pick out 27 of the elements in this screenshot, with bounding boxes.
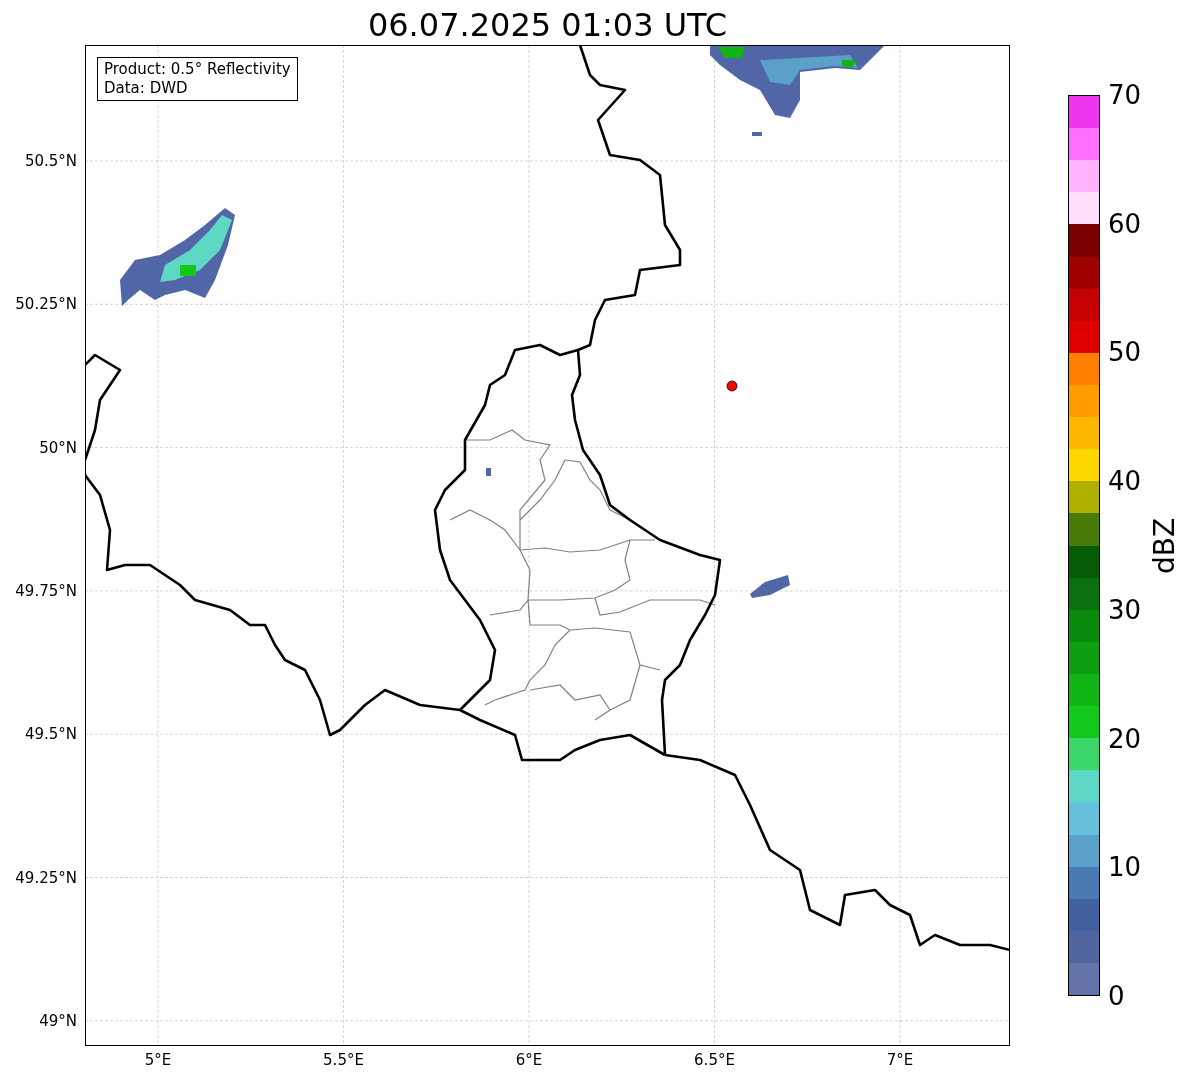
info-text: Product: 0.5° Reflectivity — [104, 60, 291, 79]
colorbar-tick-label: 20 — [1108, 723, 1142, 754]
longitude-label: 5°E — [144, 1051, 172, 1069]
longitude-label: 7°E — [886, 1051, 914, 1069]
longitude-label: 6.5°E — [694, 1051, 735, 1069]
longitude-label: 6°E — [515, 1051, 543, 1069]
colorbar-label: dBZ — [1147, 517, 1182, 574]
latitude-label: 49.25°N — [15, 868, 77, 887]
latitude-label: 50.25°N — [15, 295, 77, 314]
colorbar-tick-label: 0 — [1108, 981, 1125, 1011]
colorbar-tick-label: 40 — [1108, 466, 1142, 497]
latitude-label: 50°N — [39, 438, 77, 457]
latitude-label: 49.75°N — [15, 581, 77, 600]
radar-echo — [750, 575, 790, 598]
colorbar-tick-label: 50 — [1108, 337, 1142, 368]
radar-echo — [486, 468, 491, 476]
chart-title: 06.07.2025 01:03 UTC — [367, 5, 728, 45]
latitude-label: 49.5°N — [24, 725, 77, 744]
location-marker — [726, 380, 738, 392]
info-text: Data: DWD — [104, 79, 189, 98]
latitude-label: 50.5°N — [24, 152, 77, 170]
colorbar-tick-label: 70 — [1108, 80, 1142, 110]
colorbar-tick-label: 60 — [1108, 208, 1142, 239]
colorbar-tick-label: 10 — [1108, 852, 1142, 883]
latitude-label: 49°N — [39, 1011, 77, 1030]
longitude-label: 5.5°E — [323, 1051, 364, 1069]
colorbar-tick-label: 30 — [1108, 594, 1142, 625]
